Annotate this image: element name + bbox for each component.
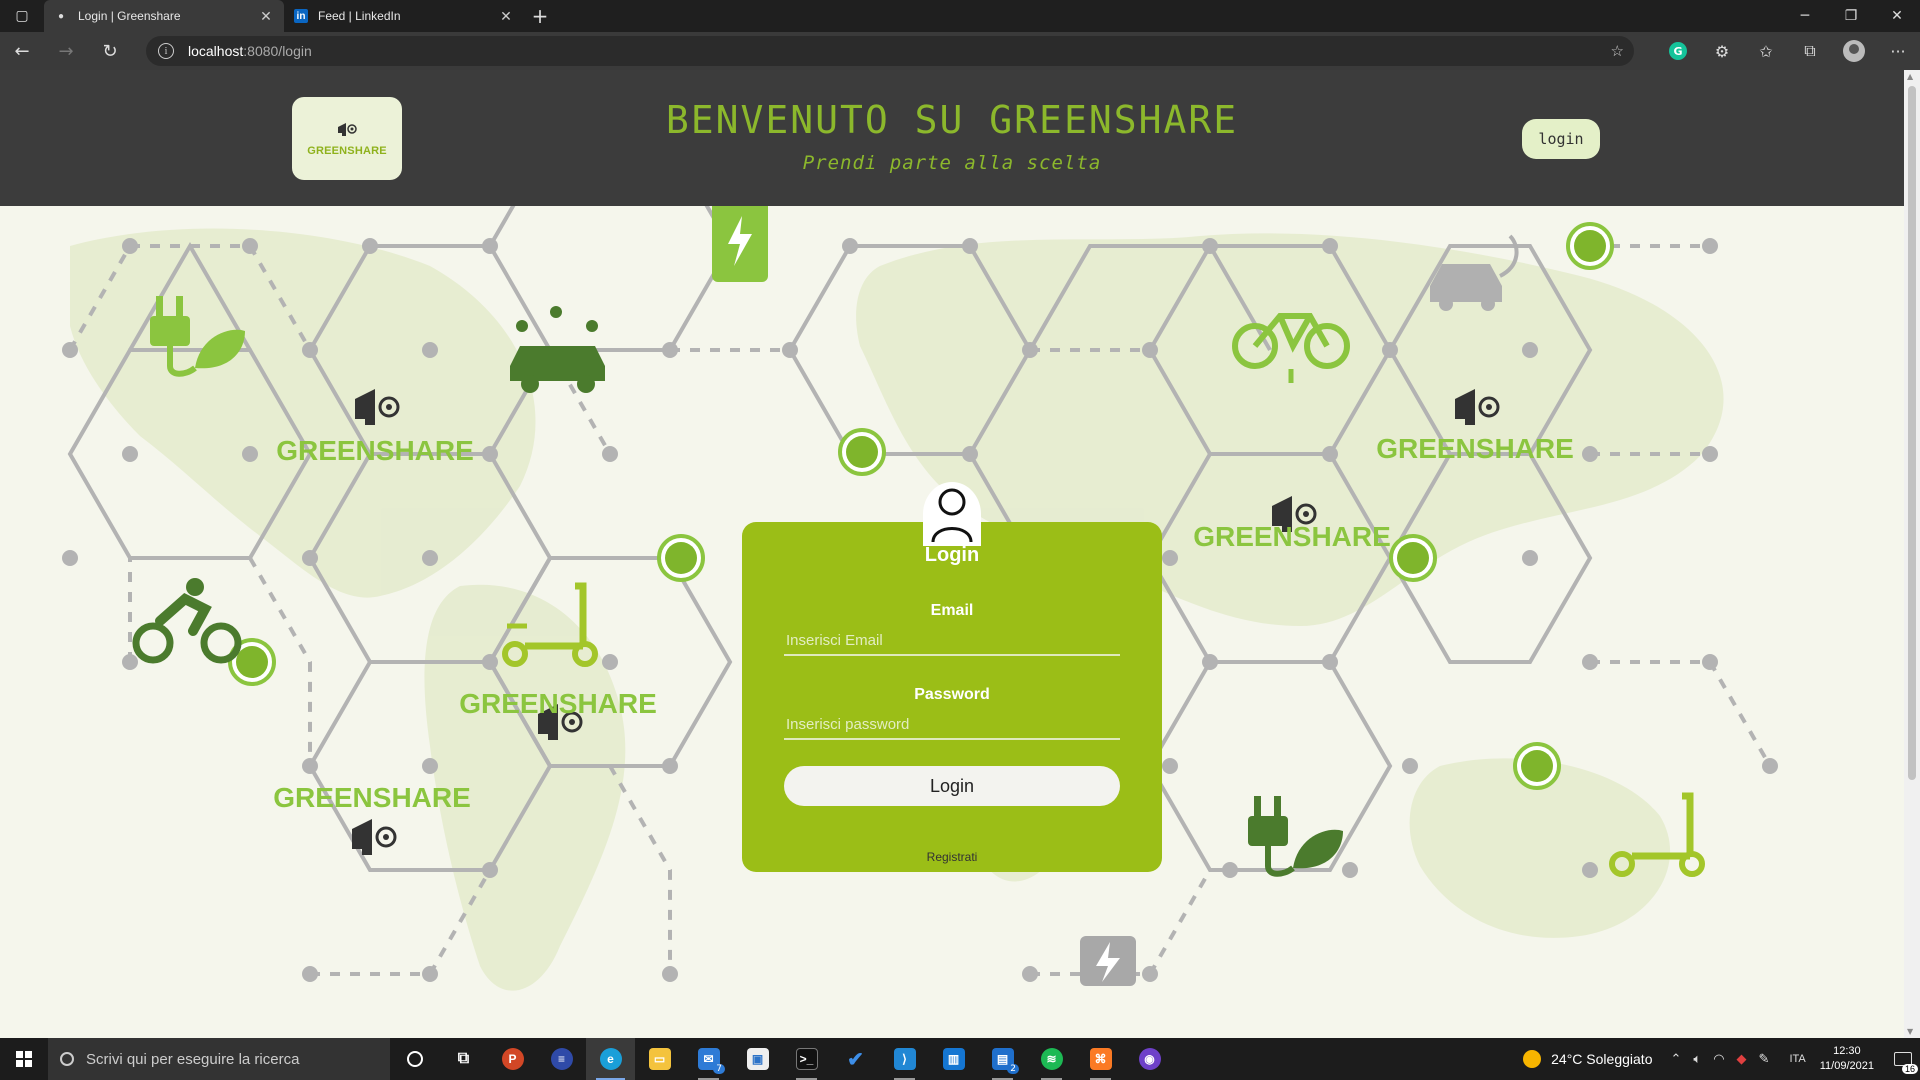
email-label: Email (930, 602, 974, 619)
store-icon[interactable]: ▣ (733, 1038, 782, 1080)
system-tray: 24°C Soleggiato ⌃ 🔈︎ ◠ ◆ ✎ ITA 12:30 11/… (1523, 1038, 1920, 1080)
scrollbar-thumb[interactable] (1908, 86, 1916, 780)
back-icon[interactable]: ← (0, 32, 44, 70)
volume-icon[interactable]: 🔈︎ (1693, 1051, 1701, 1067)
email-field[interactable] (784, 626, 1120, 656)
tab-title: Feed | LinkedIn (318, 9, 401, 23)
date: 11/09/2021 (1819, 1060, 1874, 1072)
task-view-icon[interactable]: ⧉ (439, 1038, 488, 1080)
add-favorite-icon[interactable]: ☆ (1611, 42, 1624, 60)
site-info-icon[interactable]: i (158, 43, 174, 59)
profile-icon[interactable] (1832, 32, 1876, 70)
xampp-icon[interactable]: ⌘ (1076, 1038, 1125, 1080)
taskbar-search[interactable]: Scrivi qui per eseguire la ricerca (48, 1038, 390, 1080)
search-icon (60, 1052, 74, 1066)
page-viewport: GREENSHARE BENVENUTO SU GREENSHARE Prend… (0, 70, 1904, 1038)
tab-greenshare[interactable]: ● Login | Greenshare ✕ (44, 0, 284, 32)
notification-count: 16 (1901, 1064, 1918, 1074)
time: 12:30 (1833, 1045, 1861, 1057)
window-controls: ─ ❐ ✕ (1782, 0, 1920, 32)
language-indicator[interactable]: ITA (1789, 1053, 1805, 1065)
browser-extensions: G ⚙ ✩ ⧉ ··· (1656, 32, 1920, 70)
browser-toolbar: ← → ↻ i localhost:8080/login ☆ G ⚙ ✩ ⧉ ·… (0, 32, 1920, 70)
dropbox-icon[interactable]: ◆ (1737, 1051, 1747, 1067)
charging-station-icon (712, 206, 768, 282)
weather-text[interactable]: 24°C Soleggiato (1551, 1051, 1652, 1067)
scroll-up-icon[interactable]: ▲ (1907, 72, 1913, 81)
terminal-icon[interactable]: >_ (782, 1038, 831, 1080)
start-button[interactable] (0, 1038, 48, 1080)
notes-badge: 2 (1007, 1064, 1019, 1074)
login-card: Login Email Password Login Registrati (742, 482, 1162, 872)
vscode-icon[interactable]: ⟩ (880, 1038, 929, 1080)
tab-actions-icon[interactable]: ▢ (0, 0, 44, 32)
tab-title: Login | Greenshare (78, 9, 181, 23)
login-title: Login (924, 544, 980, 566)
search-placeholder: Scrivi qui per eseguire la ricerca (86, 1050, 300, 1068)
todo-icon[interactable]: ✔ (831, 1038, 880, 1080)
linkedin-favicon-icon: in (294, 9, 308, 23)
spotify-icon[interactable]: ≋ (1027, 1038, 1076, 1080)
close-window-icon[interactable]: ✕ (1874, 0, 1920, 32)
powerpoint-icon[interactable]: P (488, 1038, 537, 1080)
password-label: Password (914, 686, 990, 703)
greenshare-favicon-icon: ● (57, 10, 65, 22)
bg-brand-label: GREENSHARE (459, 688, 657, 719)
bg-brand-label: GREENSHARE (1376, 433, 1574, 464)
bicycle-rider-icon (132, 578, 242, 664)
plug-leaf-icon (1248, 796, 1343, 877)
mail-icon[interactable]: ✉ 7 (684, 1038, 733, 1080)
trello-icon[interactable]: ▥ (929, 1038, 978, 1080)
url-host: localhost (188, 43, 244, 59)
grammarly-icon[interactable]: G (1656, 32, 1700, 70)
browser-tab-bar: ▢ ● Login | Greenshare ✕ in Feed | Linke… (0, 0, 1920, 32)
bg-brand-label: GREENSHARE (276, 435, 474, 466)
notes-icon[interactable]: ▤ 2 (978, 1038, 1027, 1080)
edge-icon[interactable]: e (586, 1038, 635, 1080)
restore-icon[interactable]: ❐ (1828, 0, 1874, 32)
collections-icon[interactable]: ⧉ (1788, 32, 1832, 70)
charging-station-gray-icon (1080, 936, 1136, 986)
header-login-button[interactable]: login (1522, 119, 1600, 159)
reload-icon[interactable]: ↻ (88, 32, 132, 70)
more-menu-icon[interactable]: ··· (1876, 32, 1920, 70)
scroll-down-icon[interactable]: ▼ (1907, 1027, 1913, 1036)
address-bar[interactable]: i localhost:8080/login ☆ (146, 36, 1634, 66)
file-explorer-icon[interactable]: ▭ (635, 1038, 684, 1080)
sun-icon (1523, 1050, 1542, 1068)
tab-linkedin[interactable]: in Feed | LinkedIn ✕ (284, 0, 524, 32)
bg-brand-label: GREENSHARE (273, 782, 471, 813)
bg-brand-label: GREENSHARE (1193, 521, 1391, 552)
wifi-icon[interactable]: ◠ (1713, 1051, 1724, 1067)
tab-close-icon[interactable]: ✕ (258, 8, 274, 25)
tab-close-icon[interactable]: ✕ (498, 8, 514, 25)
register-link[interactable]: Registrati (742, 850, 1162, 864)
page-subtitle: Prendi parte alla scelta (802, 152, 1102, 174)
tray-chevron-icon[interactable]: ⌃ (1670, 1051, 1681, 1067)
forward-icon[interactable]: → (44, 32, 88, 70)
page-scrollbar[interactable]: ▲ ▼ (1904, 70, 1920, 1038)
electric-car-people-icon (510, 306, 605, 393)
clock[interactable]: 12:30 11/09/2021 (1820, 1044, 1874, 1074)
app-icon[interactable]: ≡ (537, 1038, 586, 1080)
cortana-icon[interactable] (390, 1038, 439, 1080)
login-button[interactable]: Login (784, 766, 1120, 806)
mail-badge: 7 (713, 1064, 725, 1074)
windows-logo-icon (16, 1051, 32, 1067)
pen-icon[interactable]: ✎ (1759, 1051, 1770, 1067)
password-field[interactable] (784, 710, 1120, 740)
notification-center-icon[interactable]: 16 (1886, 1038, 1920, 1080)
new-tab-icon[interactable]: + (524, 0, 556, 32)
github-desktop-icon[interactable]: ◉ (1125, 1038, 1174, 1080)
minimize-icon[interactable]: ─ (1782, 0, 1828, 32)
user-avatar-icon (923, 482, 981, 546)
url-path: :8080/login (243, 43, 312, 59)
site-header: GREENSHARE BENVENUTO SU GREENSHARE Prend… (0, 70, 1904, 206)
windows-taskbar: Scrivi qui per eseguire la ricerca ⧉ P ≡… (0, 1038, 1920, 1080)
favorites-icon[interactable]: ✩ (1744, 32, 1788, 70)
extensions-icon[interactable]: ⚙ (1700, 32, 1744, 70)
page-title: BENVENUTO SU GREENSHARE (665, 98, 1239, 142)
